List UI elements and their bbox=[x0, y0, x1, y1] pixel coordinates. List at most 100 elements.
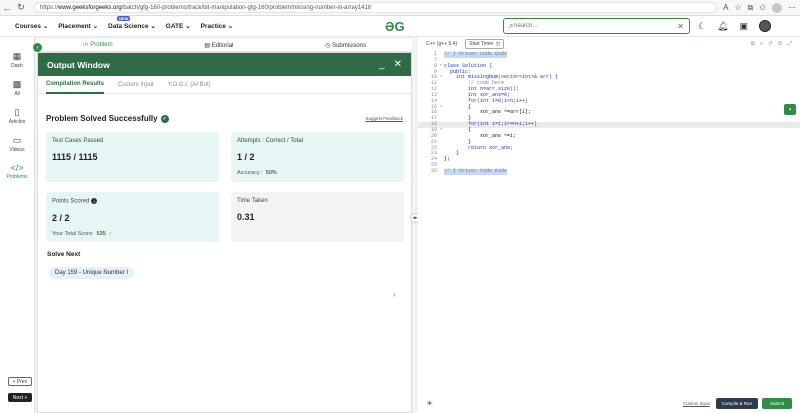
code-line[interactable]: 26 // } Driver Code Ends bbox=[418, 167, 800, 175]
points-value: 2 / 2 bbox=[52, 212, 70, 223]
next-button[interactable]: Next » bbox=[8, 393, 32, 402]
settings-icon[interactable]: ⚙ bbox=[778, 41, 783, 48]
read-aloud-icon[interactable]: A bbox=[723, 3, 728, 12]
compile-run-button[interactable]: Compile & Run bbox=[715, 398, 758, 409]
points-card: Points Scored i 2 / 2 Your Total Score: 63… bbox=[46, 192, 219, 242]
code-text: }; bbox=[444, 156, 451, 163]
clear-icon[interactable]: ✕ bbox=[677, 22, 684, 31]
notification-icon[interactable]: 🔔︎ bbox=[717, 21, 728, 32]
site-nav: Courses ⌄ Placement ⌄ NEW Data Science ⌄ … bbox=[0, 16, 800, 37]
attempts-value: 1 / 2 bbox=[237, 152, 255, 162]
test-cases-label: Test Cases Passed bbox=[52, 138, 104, 144]
solve-next-heading: Solve Next bbox=[47, 251, 81, 258]
gfg-logo[interactable]: ƏG bbox=[385, 19, 405, 34]
chevron-right-icon[interactable]: › bbox=[393, 292, 395, 299]
copy-icon[interactable]: ⧉ bbox=[751, 41, 755, 48]
chat-bubble-icon[interactable]: ▪ bbox=[784, 104, 796, 115]
accuracy-value: 50% bbox=[265, 170, 277, 176]
arrow-up-icon: ↑ bbox=[108, 230, 112, 237]
attempts-label: Attempts : Correct / Total bbox=[237, 138, 303, 144]
chat-icon[interactable]: ▣ bbox=[740, 21, 749, 32]
code-icon: </> bbox=[10, 163, 24, 173]
close-icon[interactable]: ✕ bbox=[394, 59, 402, 70]
format-icon[interactable]: ≡ bbox=[760, 41, 763, 48]
tab-submissions[interactable]: ◷ Submissions bbox=[325, 42, 366, 49]
sidebar-item-articles[interactable]: ▯ Articles bbox=[0, 107, 34, 125]
back-icon[interactable]: ← bbox=[0, 1, 14, 15]
sidebar-item-videos[interactable]: ▭ Videos bbox=[0, 135, 34, 153]
fullscreen-icon[interactable]: ⤢ bbox=[788, 41, 792, 48]
attempts-card: Attempts : Correct / Total 1 / 2 Accurac… bbox=[231, 132, 404, 182]
accuracy-row: Accuracy :50% bbox=[237, 170, 277, 176]
check-icon: ✓ bbox=[160, 114, 169, 123]
time-taken-label: Time Taken bbox=[237, 198, 268, 204]
tab-problem[interactable]: ‹/› Problem bbox=[83, 42, 113, 48]
problem-tabs: ‹/› Problem ▤ Editorial ◷ Submissions bbox=[37, 39, 412, 52]
avatar[interactable] bbox=[759, 20, 772, 32]
reset-icon[interactable]: ↺ bbox=[768, 41, 773, 48]
tab-compilation-results[interactable]: Compilation Results bbox=[46, 76, 105, 94]
sidebar-item-dash[interactable]: ▦ Dash bbox=[0, 51, 34, 69]
code-area[interactable]: 1// } Driver Code Ends 7 8 ▾ class Solution … bbox=[418, 51, 800, 175]
points-label: Points Scored i bbox=[52, 198, 213, 205]
video-icon: ▭ bbox=[12, 135, 22, 145]
minimize-icon[interactable]: _ bbox=[379, 59, 385, 70]
reload-icon[interactable]: ↻ bbox=[14, 1, 28, 15]
article-icon: ▯ bbox=[14, 107, 20, 117]
left-sidebar: ▦ Dash ▩ All ▯ Articles ▭ Videos </> Problems bbox=[0, 37, 35, 413]
start-timer-button[interactable]: Start Timer ◷ bbox=[465, 39, 504, 49]
url-domain: www.geeksforgeeks.org bbox=[58, 4, 122, 11]
search-input[interactable] bbox=[513, 23, 678, 29]
nav-practice[interactable]: Practice ⌄ bbox=[196, 22, 239, 30]
grid-icon: ▩ bbox=[12, 79, 22, 89]
url-prefix: https:// bbox=[40, 4, 59, 11]
sidebar-item-problems[interactable]: </> Problems bbox=[0, 163, 34, 180]
collapse-sidebar-icon[interactable]: › bbox=[33, 43, 42, 52]
custom-input-link[interactable]: Custom Input bbox=[683, 401, 710, 406]
total-score-row: Your Total Score: 635 ↑ bbox=[52, 230, 112, 237]
tab-yogi-bot[interactable]: Y.O.G.I. (AI Bot) bbox=[168, 82, 211, 88]
line-number: 26 bbox=[430, 167, 437, 174]
output-window-title: Output Window bbox=[47, 59, 110, 70]
total-score-value: 635 bbox=[96, 230, 106, 237]
extensions-icon[interactable]: ⧉ bbox=[748, 3, 754, 13]
more-icon[interactable]: ⋯ bbox=[788, 3, 796, 12]
dashboard-icon: ▦ bbox=[12, 51, 22, 61]
sidebar-item-all[interactable]: ▩ All bbox=[0, 79, 34, 97]
nav-gate[interactable]: GATE ⌄ bbox=[161, 22, 196, 30]
theme-icon[interactable]: ☀ bbox=[426, 399, 433, 408]
time-taken-value: 0.31 bbox=[237, 212, 255, 222]
test-cases-value: 1115 / 1115 bbox=[52, 152, 98, 162]
timer-icon: ◷ bbox=[495, 41, 500, 47]
url-path: /batch/gfg-160-problems/track/bit-manipu… bbox=[121, 4, 372, 11]
nav-placement[interactable]: Placement ⌄ bbox=[53, 22, 103, 30]
code-text: // } Driver Code Ends bbox=[444, 167, 508, 175]
profile-icon[interactable] bbox=[772, 2, 782, 13]
address-bar[interactable]: https://www.geeksforgeeks.org/batch/gfg-… bbox=[34, 2, 718, 13]
code-editor: C++ (g++ 5.4) Start Timer ◷ ⧉ ≡ ↺ ⚙ ⤢ 1//… bbox=[418, 37, 800, 413]
editor-toolbar: C++ (g++ 5.4) Start Timer ◷ ⧉ ≡ ↺ ⚙ ⤢ bbox=[418, 37, 800, 51]
favorites-bar-icon[interactable]: ✩ bbox=[759, 3, 766, 12]
next-problem-chip[interactable]: Day 159 - Unique Number I bbox=[49, 267, 135, 279]
tab-custom-input[interactable]: Custom Input bbox=[118, 82, 154, 88]
language-select[interactable]: C++ (g++ 5.4) bbox=[426, 41, 457, 47]
nav-data-science-label: Data Science ⌄ bbox=[108, 23, 156, 30]
output-window-header: Output Window _ ✕ bbox=[38, 53, 411, 76]
info-icon[interactable]: i bbox=[91, 198, 98, 204]
tab-editorial[interactable]: ▤ Editorial bbox=[204, 42, 233, 49]
new-badge: NEW bbox=[117, 16, 131, 21]
nav-courses[interactable]: Courses ⌄ bbox=[10, 22, 53, 30]
favorite-icon[interactable]: ☆ bbox=[734, 3, 741, 12]
search-box[interactable]: ⌕ ✕ bbox=[503, 18, 690, 34]
browser-toolbar: ← ↻ https://www.geeksforgeeks.org/batch/… bbox=[0, 0, 800, 16]
editor-footer: ☀ Custom Input Compile & Run Submit bbox=[418, 394, 800, 413]
output-window: Output Window _ ✕ Compilation Results Cu… bbox=[37, 52, 412, 413]
output-subtabs: Compilation Results Custom Input Y.O.G.I… bbox=[38, 76, 411, 94]
suggest-feedback-link[interactable]: Suggest Feedback bbox=[365, 116, 403, 121]
nav-data-science[interactable]: NEW Data Science ⌄ bbox=[103, 16, 161, 30]
submit-button[interactable]: Submit bbox=[761, 398, 792, 409]
code-text: // } Driver Code Ends bbox=[444, 51, 508, 58]
dark-mode-icon[interactable]: ☾ bbox=[698, 21, 706, 32]
prev-button[interactable]: « Prev bbox=[8, 377, 32, 386]
status-message: Problem Solved Successfully ✓ bbox=[46, 114, 169, 123]
